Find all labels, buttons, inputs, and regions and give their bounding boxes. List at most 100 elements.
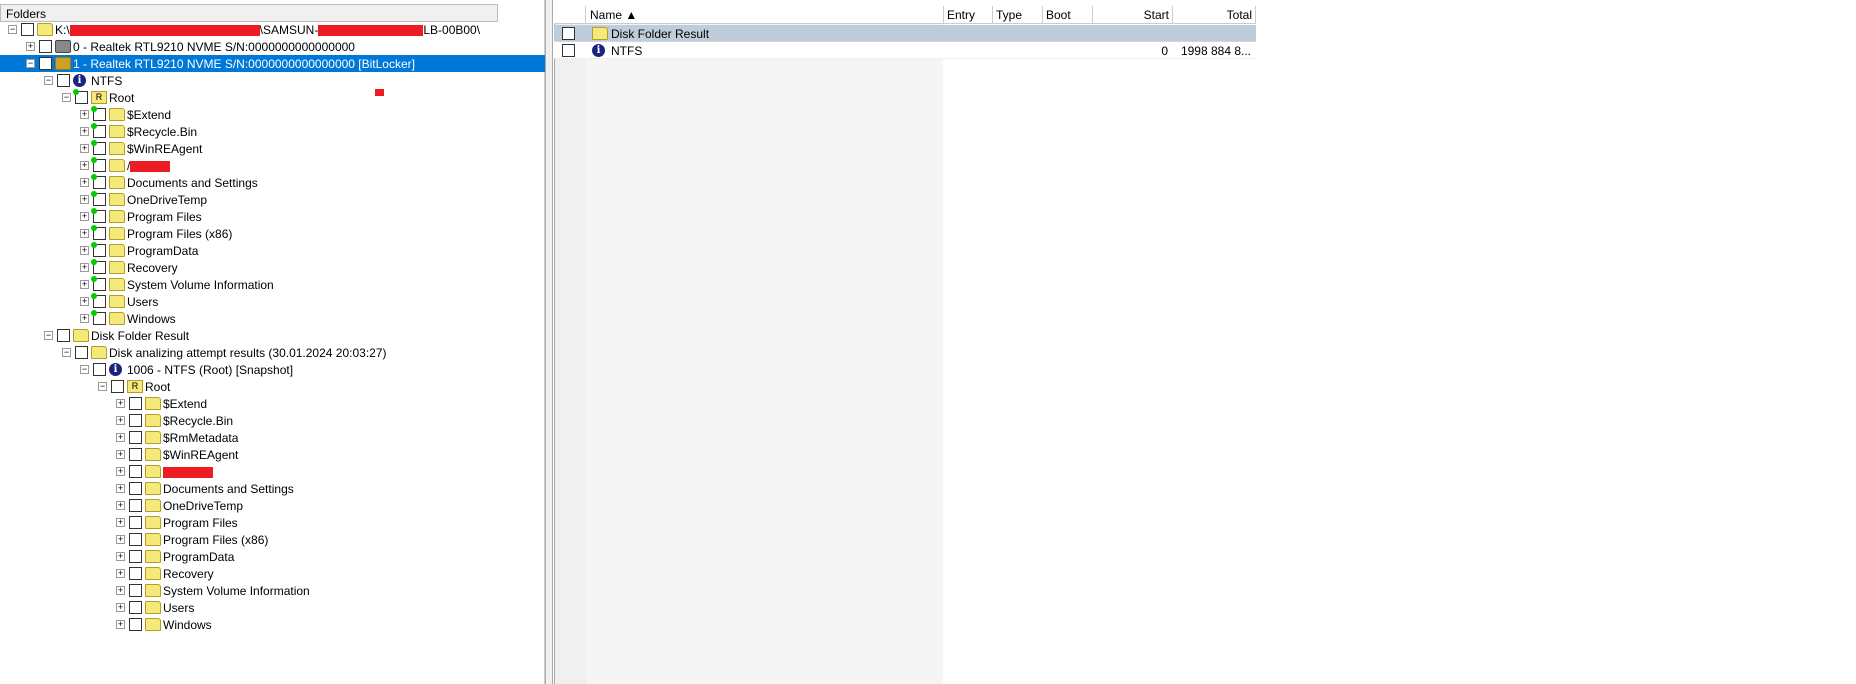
tree-checkbox[interactable]: [39, 40, 52, 53]
expand-icon[interactable]: +: [116, 416, 125, 425]
tree-checkbox[interactable]: [129, 431, 142, 444]
tree-item[interactable]: + OneDriveTemp: [0, 497, 545, 514]
tree-checkbox[interactable]: [129, 584, 142, 597]
expand-icon[interactable]: +: [80, 195, 89, 204]
tree-item[interactable]: + Users: [0, 599, 545, 616]
tree-item[interactable]: + Users: [0, 293, 545, 310]
column-header-type[interactable]: Type: [993, 6, 1043, 24]
expand-icon[interactable]: +: [80, 127, 89, 136]
tree-item[interactable]: − K:\ \SAMSUN- LB-00B00\: [0, 21, 545, 38]
tree-item[interactable]: + Program Files (x86): [0, 225, 545, 242]
grid-row[interactable]: Disk Folder Result: [554, 25, 1256, 42]
expand-icon[interactable]: +: [80, 229, 89, 238]
collapse-icon[interactable]: −: [62, 348, 71, 357]
tree-item[interactable]: + Documents and Settings: [0, 480, 545, 497]
expand-icon[interactable]: +: [80, 161, 89, 170]
tree-checkbox[interactable]: [129, 601, 142, 614]
tree-item[interactable]: + $RmMetadata: [0, 429, 545, 446]
tree-item[interactable]: + Program Files (x86): [0, 531, 545, 548]
tree-item[interactable]: + OneDriveTemp: [0, 191, 545, 208]
expand-icon[interactable]: +: [26, 42, 35, 51]
column-header-start[interactable]: Start: [1093, 6, 1173, 24]
expand-icon[interactable]: +: [116, 552, 125, 561]
tree-item[interactable]: + ProgramData: [0, 548, 545, 565]
tree-checkbox[interactable]: [129, 465, 142, 478]
tree-item[interactable]: + System Volume Information: [0, 276, 545, 293]
expand-icon[interactable]: +: [116, 620, 125, 629]
panel-splitter[interactable]: [545, 0, 553, 684]
tree-item[interactable]: +0 - Realtek RTL9210 NVME S/N:0000000000…: [0, 38, 545, 55]
collapse-icon[interactable]: −: [62, 93, 71, 102]
tree-item[interactable]: + $Extend: [0, 395, 545, 412]
tree-item[interactable]: + Recovery: [0, 259, 545, 276]
tree-item[interactable]: + $Recycle.Bin: [0, 123, 545, 140]
tree-item[interactable]: + Windows: [0, 310, 545, 327]
expand-icon[interactable]: +: [80, 280, 89, 289]
tree-item[interactable]: + $Extend: [0, 106, 545, 123]
collapse-icon[interactable]: −: [44, 331, 53, 340]
tree-item[interactable]: + $Recycle.Bin: [0, 412, 545, 429]
row-checkbox[interactable]: [562, 27, 575, 40]
tree-item[interactable]: + Documents and Settings: [0, 174, 545, 191]
expand-icon[interactable]: +: [116, 399, 125, 408]
tree-item[interactable]: + Windows: [0, 616, 545, 633]
tree-checkbox[interactable]: [129, 567, 142, 580]
tree-item[interactable]: + /: [0, 157, 545, 174]
tree-item[interactable]: + Program Files: [0, 514, 545, 531]
tree-item[interactable]: + Program Files: [0, 208, 545, 225]
collapse-icon[interactable]: −: [8, 25, 17, 34]
tree-checkbox[interactable]: [129, 448, 142, 461]
expand-icon[interactable]: +: [80, 212, 89, 221]
tree-item[interactable]: + $WinREAgent: [0, 140, 545, 157]
tree-item[interactable]: + $WinREAgent: [0, 446, 545, 463]
tree-item[interactable]: − R Root: [0, 89, 545, 106]
tree-checkbox[interactable]: [39, 57, 52, 70]
tree-item[interactable]: − R Root: [0, 378, 545, 395]
collapse-icon[interactable]: −: [44, 76, 53, 85]
collapse-icon[interactable]: −: [80, 365, 89, 374]
tree-checkbox[interactable]: [129, 482, 142, 495]
tree-checkbox[interactable]: [111, 380, 124, 393]
tree-checkbox[interactable]: [93, 363, 106, 376]
tree-item[interactable]: +: [0, 463, 545, 480]
collapse-icon[interactable]: −: [26, 59, 35, 68]
expand-icon[interactable]: +: [80, 144, 89, 153]
expand-icon[interactable]: +: [80, 297, 89, 306]
tree-checkbox[interactable]: [75, 346, 88, 359]
expand-icon[interactable]: +: [80, 263, 89, 272]
tree-item[interactable]: − i NTFS: [0, 72, 545, 89]
expand-icon[interactable]: +: [116, 603, 125, 612]
tree-item[interactable]: − Disk Folder Result: [0, 327, 545, 344]
grid-row[interactable]: i NTFS 0 1998 884 8...: [554, 42, 1256, 59]
column-header-name[interactable]: Name ▲: [587, 6, 944, 24]
row-checkbox[interactable]: [562, 44, 575, 57]
expand-icon[interactable]: +: [80, 110, 89, 119]
expand-icon[interactable]: +: [80, 178, 89, 187]
expand-icon[interactable]: +: [116, 569, 125, 578]
tree-item[interactable]: + Recovery: [0, 565, 545, 582]
tree-checkbox[interactable]: [129, 414, 142, 427]
tree-item[interactable]: − Disk analizing attempt results (30.01.2…: [0, 344, 545, 361]
expand-icon[interactable]: +: [80, 314, 89, 323]
expand-icon[interactable]: +: [116, 467, 125, 476]
tree-checkbox[interactable]: [57, 74, 70, 87]
column-header-boot[interactable]: Boot: [1043, 6, 1093, 24]
tree-item[interactable]: − 1 - Realtek RTL9210 NVME S/N:0000000000…: [0, 55, 545, 72]
tree-item[interactable]: − i 1006 - NTFS (Root) [Snapshot]: [0, 361, 545, 378]
column-header-total[interactable]: Total: [1173, 6, 1256, 24]
expand-icon[interactable]: +: [116, 501, 125, 510]
tree-checkbox[interactable]: [129, 516, 142, 529]
tree-checkbox[interactable]: [129, 533, 142, 546]
expand-icon[interactable]: +: [116, 535, 125, 544]
expand-icon[interactable]: +: [116, 433, 125, 442]
column-header-entry[interactable]: Entry: [944, 6, 993, 24]
expand-icon[interactable]: +: [116, 450, 125, 459]
tree-checkbox[interactable]: [57, 329, 70, 342]
collapse-icon[interactable]: −: [98, 382, 107, 391]
expand-icon[interactable]: +: [116, 518, 125, 527]
tree-checkbox[interactable]: [129, 499, 142, 512]
tree-checkbox[interactable]: [129, 550, 142, 563]
tree-item[interactable]: + System Volume Information: [0, 582, 545, 599]
tree-checkbox[interactable]: [129, 397, 142, 410]
tree-checkbox[interactable]: [21, 23, 34, 36]
